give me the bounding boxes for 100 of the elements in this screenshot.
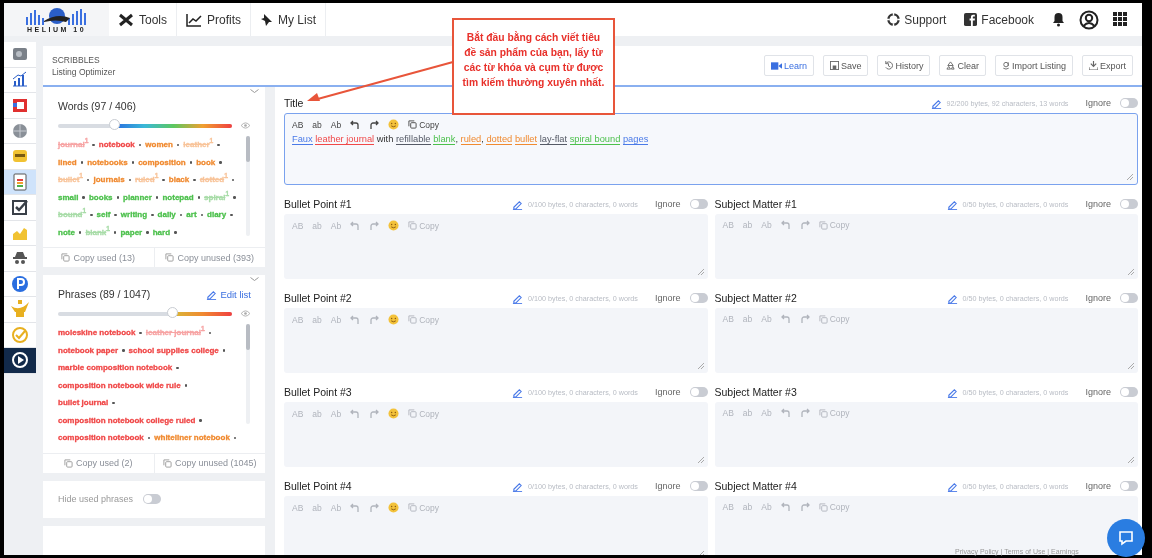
text-area[interactable]: AB ab Ab Copy Faux leather journal with refillable blank, ruled, dotted bullet lay-flat spiral bound pages [284,113,1138,185]
keyword[interactable]: ruled$^{1}$ [135,171,159,189]
keyword[interactable]: leather journal$^{1}$ [145,324,205,342]
copy-button[interactable]: Copy [408,119,440,130]
field-label: Bullet Point #4 [284,480,353,492]
keyword[interactable]: leather$^{1}$ [183,136,214,154]
toolbar-button[interactable]: Import Listing [994,55,1073,76]
format-button[interactable]: ab [742,502,753,512]
toggle-label: Ignore [654,387,681,397]
keyword[interactable]: marble composition notebook [58,359,173,377]
nav-link[interactable]: My List [251,3,327,36]
toggle-label: Ignore [654,293,681,303]
keyword[interactable]: hard [152,223,171,241]
format-button[interactable]: AB [292,220,304,231]
format-button[interactable]: ab [742,408,753,418]
title-text: Faux leather journal with refillable blank, ruled, dotted bullet lay-flat spiral bound pages [292,134,650,144]
keyword[interactable]: paper [120,223,143,241]
nav-link[interactable]: Tools [109,3,177,36]
toggle-label: Ignore [1085,293,1111,303]
keyword[interactable]: diary [207,206,227,224]
format-button[interactable]: Ab [330,119,342,130]
page-title: Listing Optimizer [52,66,116,77]
copy-button[interactable]: Copy [818,220,850,230]
keyword[interactable]: notebook [98,136,135,154]
copy-button[interactable]: Copy [818,408,850,418]
keyword[interactable]: spiral$^{1}$ [204,188,229,206]
keyword[interactable]: school supplies college [128,341,219,359]
callout-text: Bắt đầu bằng cách viết tiêu đề sản phẩm của bạn, lấy từ các từ khóa và cụm từ được tìm kiếm thường xuyên nhất. [452,18,615,115]
keyword[interactable]: small [58,188,79,206]
format-button[interactable]: Ab [330,408,342,419]
field-label: Bullet Point #1 [284,198,353,210]
keyword[interactable]: women [145,136,173,154]
keyword[interactable]: writing [120,206,148,224]
toggle-label: Hide used phrases [58,494,134,504]
section-label: SCRIBBLES [52,54,100,65]
keyword[interactable]: bullet journal [58,394,109,412]
toggle-label: Ignore [1085,481,1111,491]
keyword[interactable]: dotted$^{1}$ [199,171,228,189]
keyword[interactable]: composition notebook wide rule [58,376,181,394]
toolbar-button[interactable]: Clear [939,55,986,76]
format-button[interactable]: Ab [330,314,342,325]
keyword[interactable]: book [196,153,216,171]
copy-button[interactable]: Copy [818,502,850,512]
keyword[interactable]: journal$^{1}$ [58,136,89,154]
keyword[interactable]: planner [123,188,152,206]
format-button[interactable]: ab [312,119,322,130]
format-button[interactable]: AB [722,314,734,324]
toolbar-button[interactable]: Save [822,55,869,76]
keyword[interactable]: composition notebook [58,429,144,447]
format-button[interactable]: AB [292,314,304,325]
toolbar-button[interactable]: Learn [763,55,814,76]
keyword[interactable]: black [168,171,190,189]
format-button[interactable]: AB [722,502,734,512]
edit-list-link[interactable]: Edit list [206,288,251,300]
keyword[interactable]: lined [58,153,77,171]
panel-heading: Words (97 / 406) [58,100,136,112]
format-button[interactable]: Ab [330,502,342,513]
keyword[interactable]: composition notebook college ruled [58,411,196,429]
nav-link[interactable]: Profits [177,3,252,36]
keyword[interactable]: books [88,188,113,206]
keyword[interactable]: whiteliner notebook [154,429,230,447]
copy-button[interactable]: Copy unused (1045) [153,453,265,473]
header-link[interactable]: Facebook [964,3,1034,36]
keyword[interactable]: daily [157,206,176,224]
format-button[interactable]: ab [742,220,753,230]
toggle-label: Ignore [654,199,681,209]
toggle-label: Ignore [1085,199,1111,209]
format-button[interactable]: Ab [330,220,342,231]
keyword[interactable]: blank$^{1}$ [85,223,110,241]
field-label: Subject Matter #3 [714,386,798,398]
toolbar-button[interactable]: History [877,55,931,76]
copy-button[interactable]: Copy used (13) [43,248,154,267]
keyword[interactable]: journals [93,171,125,189]
toggle-label: Ignore [654,481,681,491]
keyword[interactable]: moleskine notebook [58,324,136,342]
copy-button[interactable]: Copy used (2) [43,453,154,473]
keyword[interactable]: notebooks [87,153,128,171]
copy-button[interactable]: Copy unused (393) [153,248,265,267]
keyword[interactable]: note [58,223,75,241]
toolbar-button[interactable]: Export [1082,55,1133,76]
keyword[interactable]: notepad [162,188,194,206]
format-button[interactable]: ab [742,314,753,324]
keyword[interactable]: bullet$^{1}$ [58,171,83,189]
toggle-label: Ignore [1085,387,1111,397]
keyword[interactable]: bound$^{1}$ [58,206,87,224]
keyword[interactable]: composition [138,153,186,171]
format-button[interactable]: AB [722,220,734,230]
field-label: Subject Matter #1 [714,198,798,210]
keyword[interactable]: art [186,206,197,224]
field-label: Bullet Point #2 [284,292,353,304]
header-link[interactable]: Support [887,3,947,36]
copy-button[interactable]: Copy [818,314,850,324]
keyword[interactable]: self [96,206,111,224]
keyword[interactable]: notebook paper [58,341,118,359]
toggle-label: Ignore [1085,98,1111,108]
format-button[interactable]: AB [722,408,734,418]
format-button[interactable]: AB [292,502,304,513]
format-button[interactable]: AB [292,119,304,130]
format-button[interactable]: AB [292,408,304,419]
field-label: Subject Matter #2 [714,292,798,304]
